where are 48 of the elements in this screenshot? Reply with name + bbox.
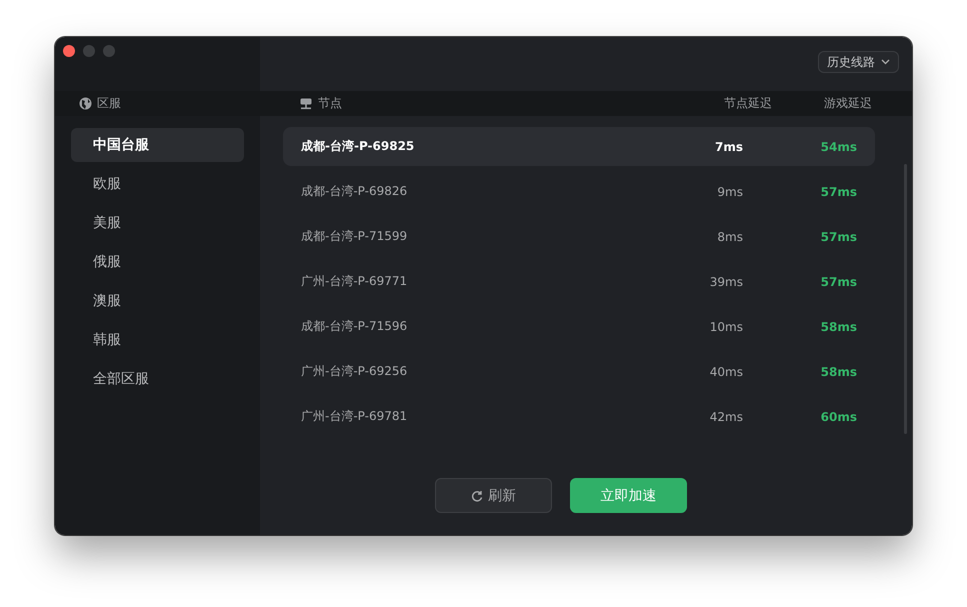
table-cell: 57ms [820,274,857,288]
globe-icon [79,97,92,110]
node-row[interactable]: 成都-台湾-P-71596 10ms 58ms [283,307,875,346]
refresh-icon [471,490,483,502]
region-item[interactable]: 全部区服 [71,362,244,396]
table-cell: 广州-台湾-P-69256 [301,364,408,378]
table-cell: 广州-台湾-P-69771 [301,274,408,288]
table-cell: 9ms [717,184,743,198]
history-dropdown[interactable]: 历史线路 [818,51,899,73]
table-cell: 60ms [820,410,857,424]
refresh-button[interactable]: 刷新 [435,478,552,513]
region-item[interactable]: 澳服 [71,284,244,318]
server-icon [300,98,312,110]
table-cell: 成都-台湾-P-69825 [301,139,414,153]
close-button[interactable] [63,45,75,57]
table-cell: 40ms [710,364,743,378]
region-item[interactable]: 美服 [71,206,244,240]
column-header: 节点延迟 [724,96,772,110]
region-item[interactable]: 俄服 [71,245,244,279]
node-row[interactable]: 成都-台湾-P-69826 9ms 57ms [283,172,875,211]
table-cell: 58ms [820,364,857,378]
table-cell: 58ms [820,320,857,334]
table-cell: 广州-台湾-P-69781 [301,409,408,423]
table-cell: 成都-台湾-P-71596 [301,319,408,333]
region-item[interactable]: 欧服 [71,167,244,201]
minimize-button[interactable] [83,45,95,57]
table-cell: 57ms [820,230,857,244]
node-row[interactable]: 成都-台湾-P-69825 7ms 54ms [283,127,875,166]
zoom-button[interactable] [103,45,115,57]
region-item[interactable]: 韩服 [71,323,244,357]
table-cell: 8ms [717,230,743,244]
node-row[interactable]: 广州-台湾-P-69781 42ms 60ms [283,397,875,436]
table-cell: 7ms [715,140,743,154]
table-cell: 成都-台湾-P-71599 [301,229,408,243]
column-header: 节点 [318,95,342,112]
table-cell: 42ms [710,410,743,424]
node-row[interactable]: 成都-台湾-P-71599 8ms 57ms [283,217,875,256]
column-header: 区服 [97,95,121,112]
chevron-down-icon [881,59,890,65]
node-row[interactable]: 广州-台湾-P-69771 39ms 57ms [283,262,875,301]
table-cell: 39ms [710,274,743,288]
table-cell: 10ms [710,320,743,334]
table-cell: 57ms [820,184,857,198]
table-cell: 成都-台湾-P-69826 [301,184,408,198]
node-row[interactable]: 广州-台湾-P-69256 40ms 58ms [283,352,875,391]
table-cell: 54ms [820,140,857,154]
column-header: 游戏延迟 [824,96,872,110]
region-item[interactable]: 中国台服 [71,128,244,162]
